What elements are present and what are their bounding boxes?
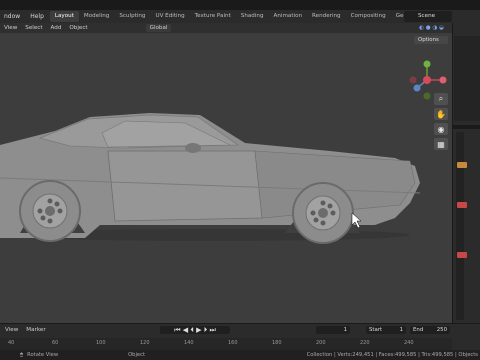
zoom-icon[interactable]: ⌕ xyxy=(434,93,448,105)
viewport-header: View Select Add Object Global ◐ ● ◑ ◒ xyxy=(0,23,452,33)
outliner-area[interactable] xyxy=(454,36,480,121)
shading-modes-icon[interactable]: ◐ ● ◑ ◒ xyxy=(419,25,444,31)
frame-tick: 200 xyxy=(316,340,326,346)
object-props-icon[interactable] xyxy=(457,162,467,168)
frame-tick: 60 xyxy=(52,340,59,346)
current-frame-field[interactable]: 1 xyxy=(316,326,350,334)
orientation-dropdown: Global xyxy=(145,24,172,32)
timeline-menu-marker[interactable]: Marker xyxy=(26,327,45,333)
ortho-grid-icon[interactable]: ▦ xyxy=(434,138,448,150)
scene-selector[interactable]: Scene xyxy=(404,11,452,22)
tab-modeling[interactable]: Modeling xyxy=(79,11,114,22)
frame-tick: 100 xyxy=(96,340,106,346)
frame-ruler[interactable]: 40 60 100 120 140 160 180 200 220 240 xyxy=(0,338,452,350)
car-model xyxy=(0,113,421,244)
3d-viewport[interactable]: Options ⌕ ✋ ◉ ▦ xyxy=(0,33,452,323)
menu-view[interactable]: View xyxy=(4,25,17,31)
window-top-strip xyxy=(0,0,480,10)
options-label: Options xyxy=(418,37,439,43)
transform-orientation[interactable]: Global xyxy=(142,24,176,32)
tab-rendering[interactable]: Rendering xyxy=(307,11,346,22)
workspace-tabs: Layout Modeling Sculpting UV Editing Tex… xyxy=(49,10,435,23)
rear-wheel xyxy=(19,180,81,242)
tab-sculpting[interactable]: Sculpting xyxy=(114,11,150,22)
end-frame-field[interactable]: End 250 xyxy=(410,326,450,334)
frame-tick: 140 xyxy=(184,340,194,346)
frame-tick: 220 xyxy=(360,340,370,346)
camera-view-icon[interactable]: ◉ xyxy=(434,123,448,135)
timeline-menu-view[interactable]: View xyxy=(5,327,18,333)
playback-controls[interactable]: ⏮ ◀ ⏴ ▶ ⏵ ⏭ xyxy=(160,326,230,334)
front-wheel xyxy=(292,182,354,244)
frame-tick: 240 xyxy=(404,340,414,346)
menu-add[interactable]: Add xyxy=(51,25,62,31)
panel-divider xyxy=(452,125,480,129)
properties-tabs[interactable] xyxy=(456,132,464,320)
tab-animation[interactable]: Animation xyxy=(269,11,308,22)
options-button[interactable]: Options xyxy=(414,36,448,44)
start-label: Start xyxy=(369,327,383,333)
status-left: Rotate View xyxy=(27,352,59,358)
end-value: 250 xyxy=(436,327,447,333)
menu-window[interactable]: ndow xyxy=(4,13,20,20)
start-value: 1 xyxy=(399,327,403,333)
menu-help[interactable]: Help xyxy=(30,13,44,20)
menu-object[interactable]: Object xyxy=(69,25,87,31)
pan-hand-icon[interactable]: ✋ xyxy=(434,108,448,120)
menu-select[interactable]: Select xyxy=(25,25,42,31)
status-bar: 🖱 Rotate View Object Collection | Verts:… xyxy=(0,350,480,360)
scene-name: Scene xyxy=(418,13,436,19)
end-label: End xyxy=(413,327,424,333)
frame-tick: 160 xyxy=(228,340,238,346)
timeline-editor: View Marker ⏮ ◀ ⏴ ▶ ⏵ ⏭ 1 Start 1 End 25… xyxy=(0,323,480,350)
start-frame-field[interactable]: Start 1 xyxy=(366,326,406,334)
frame-tick: 180 xyxy=(272,340,282,346)
frame-tick: 120 xyxy=(140,340,150,346)
tab-uv-editing[interactable]: UV Editing xyxy=(150,11,189,22)
tab-texture-paint[interactable]: Texture Paint xyxy=(190,11,236,22)
physics-props-icon[interactable] xyxy=(457,252,467,258)
tab-shading[interactable]: Shading xyxy=(236,11,269,22)
scene-statistics: Collection | Verts:249,451 | Faces:499,5… xyxy=(306,352,478,358)
tab-compositing[interactable]: Compositing xyxy=(346,11,391,22)
tab-layout[interactable]: Layout xyxy=(49,11,79,22)
mouse-icon: 🖱 xyxy=(20,351,24,358)
status-middle: Object xyxy=(128,352,145,358)
frame-tick: 40 xyxy=(8,340,15,346)
modifier-props-icon[interactable] xyxy=(457,202,467,208)
